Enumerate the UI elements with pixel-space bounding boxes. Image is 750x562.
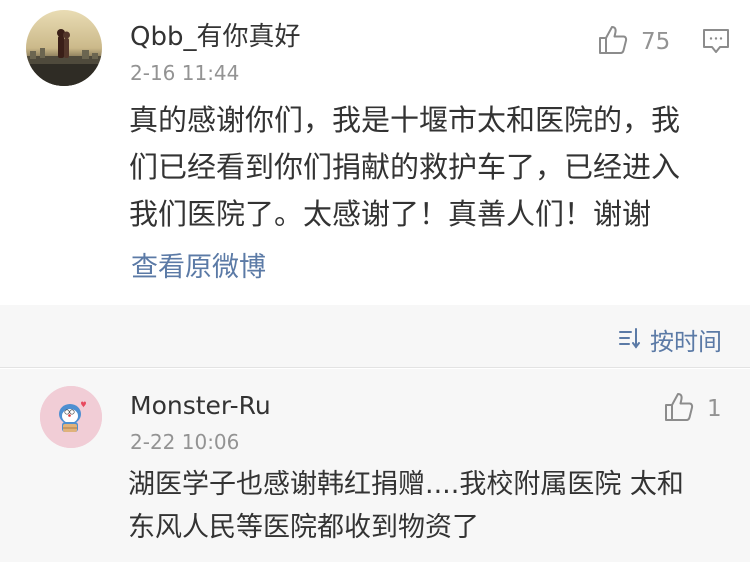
comment-bubble-icon[interactable] xyxy=(702,27,730,59)
reply-text-line: 东风人民等医院都收到物资了 xyxy=(128,512,479,543)
avatar[interactable] xyxy=(40,386,102,448)
view-original-link[interactable]: 查看原微博 xyxy=(131,245,266,284)
thumbs-up-icon xyxy=(663,391,695,427)
like-count: 1 xyxy=(707,396,722,422)
sort-lines-icon xyxy=(618,326,642,354)
reply-text-line: 湖医学子也感谢韩红捐赠....我校附属医院 太和 xyxy=(128,469,684,500)
sort-label: 按时间 xyxy=(650,328,722,356)
comment-text-line: 们已经看到你们捐献的救护车了，已经进入 xyxy=(129,150,681,184)
sort-by-time-button[interactable]: 按时间 xyxy=(618,322,722,357)
username[interactable]: Monster-Ru xyxy=(130,391,271,420)
sort-bar: 按时间 xyxy=(0,305,750,368)
comment-card: Qbb_有你真好 2-16 11:44 75 真的感谢你们，我是十堰市太和医院的… xyxy=(0,0,750,305)
timestamp: 2-22 10:06 xyxy=(130,430,240,454)
like-button[interactable]: 1 xyxy=(663,391,722,427)
timestamp: 2-16 11:44 xyxy=(130,61,240,85)
reply-card: Monster-Ru 2-22 10:06 1 湖医学子也感谢韩红捐赠....我… xyxy=(0,369,750,562)
like-button[interactable]: 75 xyxy=(597,24,670,60)
like-count: 75 xyxy=(641,29,671,55)
comment-text: 真的感谢你们，我是十堰市太和医院的，我 们已经看到你们捐献的救护车了，已经进入 … xyxy=(129,97,719,238)
comment-text-line: 我们医院了。太感谢了！真善人们！谢谢 xyxy=(129,197,652,231)
avatar[interactable] xyxy=(26,10,102,86)
thumbs-up-icon xyxy=(597,24,629,60)
username[interactable]: Qbb_有你真好 xyxy=(130,16,300,53)
reply-text: 湖医学子也感谢韩红捐赠....我校附属医院 太和 东风人民等医院都收到物资了 xyxy=(128,463,728,549)
comment-text-line: 真的感谢你们，我是十堰市太和医院的，我 xyxy=(129,103,681,137)
